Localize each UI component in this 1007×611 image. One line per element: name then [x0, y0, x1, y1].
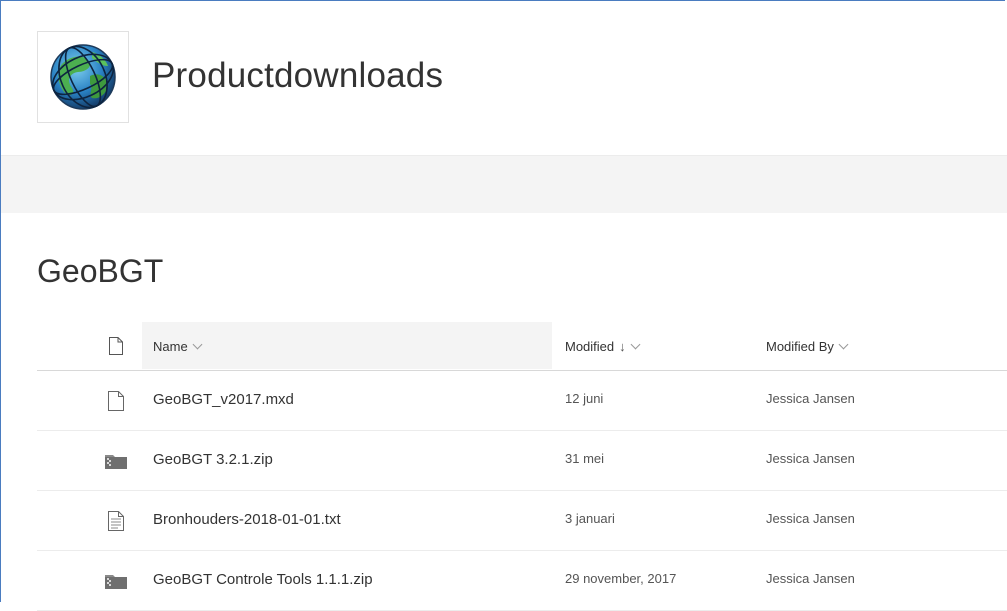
file-type-header[interactable] — [103, 322, 129, 370]
file-icon-cell — [103, 551, 129, 610]
modified-by-user[interactable]: Jessica Jansen — [766, 451, 855, 466]
modified-by-user[interactable]: Jessica Jansen — [766, 511, 855, 526]
file-icon-cell — [103, 491, 129, 550]
zip-file-icon — [105, 574, 127, 589]
chevron-down-icon — [838, 339, 849, 350]
chevron-down-icon — [630, 339, 641, 350]
site-title[interactable]: Productdownloads — [152, 56, 443, 96]
column-header-modified-label: Modified — [565, 339, 615, 354]
text-file-icon — [108, 510, 124, 531]
modified-date: 12 juni — [565, 391, 604, 406]
globe-icon — [50, 44, 116, 110]
table-row[interactable]: GeoBGT Controle Tools 1.1.1.zip 29 novem… — [37, 551, 1007, 611]
document-list: Name Modified ↓ Modified By GeoBGT_v2017.… — [37, 322, 1007, 611]
generic-file-icon — [108, 390, 124, 411]
site-logo[interactable] — [37, 31, 129, 123]
column-header-modified[interactable]: Modified ↓ — [565, 339, 641, 354]
command-bar — [1, 155, 1007, 213]
modified-date: 3 januari — [565, 511, 615, 526]
file-type-header-icon — [109, 337, 123, 355]
file-name-link[interactable]: GeoBGT 3.2.1.zip — [153, 451, 273, 468]
column-header-name-label: Name — [153, 339, 188, 354]
site-header: Productdownloads — [1, 1, 1007, 155]
file-name-link[interactable]: GeoBGT_v2017.mxd — [153, 391, 294, 408]
chevron-down-icon — [192, 339, 203, 350]
list-header: Name Modified ↓ Modified By — [37, 322, 1007, 371]
modified-by-user[interactable]: Jessica Jansen — [766, 571, 855, 586]
zip-file-icon — [105, 454, 127, 469]
sort-descending-icon: ↓ — [619, 339, 626, 354]
file-name-link[interactable]: GeoBGT Controle Tools 1.1.1.zip — [153, 571, 373, 588]
name-header-highlight — [142, 322, 552, 369]
table-row[interactable]: GeoBGT_v2017.mxd 12 juni Jessica Jansen — [37, 371, 1007, 431]
modified-date: 29 november, 2017 — [565, 571, 677, 586]
table-row[interactable]: Bronhouders-2018-01-01.txt 3 januari Jes… — [37, 491, 1007, 551]
library-title: GeoBGT — [37, 253, 164, 289]
file-icon-cell — [103, 371, 129, 430]
modified-date: 31 mei — [565, 451, 605, 466]
column-header-modified-by[interactable]: Modified By — [766, 339, 849, 354]
file-icon-cell — [103, 431, 129, 490]
file-name-link[interactable]: Bronhouders-2018-01-01.txt — [153, 511, 341, 528]
modified-by-user[interactable]: Jessica Jansen — [766, 391, 855, 406]
column-header-name[interactable]: Name — [153, 339, 203, 354]
table-row[interactable]: GeoBGT 3.2.1.zip 31 mei Jessica Jansen — [37, 431, 1007, 491]
column-header-modified-by-label: Modified By — [766, 339, 834, 354]
